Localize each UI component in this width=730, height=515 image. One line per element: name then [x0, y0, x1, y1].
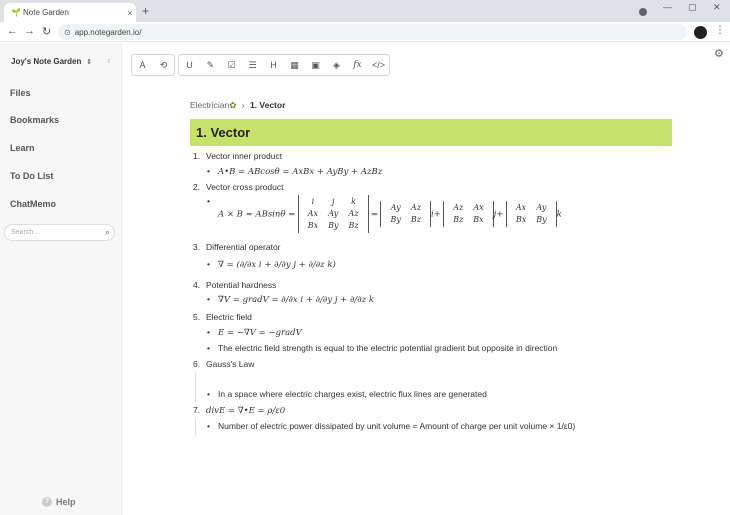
highlight-button[interactable]: ✎: [200, 55, 221, 75]
note-favicon-icon: 🌱: [11, 7, 21, 17]
browser-menu-icon[interactable]: ⋮: [715, 25, 725, 36]
formula-item: • A•B = ABcosθ = AxBx + AyBy + AzBz: [207, 166, 383, 177]
close-window-button[interactable]: ✕: [713, 2, 721, 13]
back-arrow-icon[interactable]: ←: [7, 25, 18, 37]
note-item: • The electric field strength is equal to…: [207, 343, 558, 353]
browser-tab[interactable]: 🌱 Note Garden ×: [4, 3, 136, 22]
table-button[interactable]: ▦: [284, 55, 305, 75]
list-item: 1. Vector inner product: [193, 151, 283, 161]
sidebar: Joy's Note Garden ⇕ ‹ Files Bookmarks Lea…: [0, 43, 122, 515]
list-item: 7. divE = ∇•E = ρ/ε0: [193, 405, 286, 416]
formula-item: •: [207, 196, 210, 206]
search-input[interactable]: Search... ⌕: [4, 224, 115, 241]
toolbar-group-format: U ✎ ☑ ☰ H ▦ ▣ ◈ fx </>: [178, 54, 390, 76]
note-item: • Number of electric power dissipated by …: [207, 421, 576, 431]
formula-item: • ∇ = (∂/∂x i + ∂/∂y j + ∂/∂z k): [207, 259, 336, 270]
url-input[interactable]: ⊙ app.notegarden.io/: [58, 24, 687, 40]
minimize-button[interactable]: —: [663, 2, 672, 12]
help-button[interactable]: ? Help: [42, 497, 76, 507]
list-item: 2. Vector cross product: [193, 182, 284, 192]
recording-icon: [639, 8, 647, 16]
workspace-switcher[interactable]: Joy's Note Garden ⇕: [11, 57, 92, 66]
heading-button[interactable]: H: [263, 55, 284, 75]
note-item: • In a space where electric charges exist…: [207, 389, 487, 399]
reload-icon[interactable]: ↻: [42, 25, 51, 38]
breadcrumb-current: 1. Vector: [249, 100, 286, 110]
formula-button[interactable]: fx: [347, 55, 368, 75]
list-item: 4. Potential hardness: [193, 280, 277, 290]
help-label: Help: [56, 497, 76, 507]
site-info-icon[interactable]: ⊙: [64, 28, 71, 37]
search-icon[interactable]: ⌕: [105, 227, 110, 238]
determinant-matrix: ijk Ax Ay Az Bx By Bz: [297, 195, 369, 233]
sidebar-item-learn[interactable]: Learn: [10, 143, 35, 153]
sidebar-item-files[interactable]: Files: [10, 88, 31, 98]
tab-title: Note Garden: [23, 8, 69, 17]
clear-format-button[interactable]: ⟲: [153, 55, 174, 75]
workspace-name: Joy's Note Garden: [11, 57, 82, 66]
indent-guide: [195, 418, 196, 436]
image-button[interactable]: ▣: [305, 55, 326, 75]
maximize-button[interactable]: ▢: [688, 2, 697, 13]
list-item: 5. Electric field: [193, 312, 252, 322]
forward-arrow-icon[interactable]: →: [24, 25, 35, 37]
url-text: app.notegarden.io/: [74, 27, 142, 37]
list-button[interactable]: ☰: [242, 55, 263, 75]
page-title: 1. Vector: [190, 119, 672, 146]
list-item: 3. Differential operator: [193, 242, 281, 252]
breadcrumb-separator: ›: [241, 100, 245, 110]
breadcrumb: Electrician✿ › 1. Vector: [190, 100, 285, 111]
indent-guide: [195, 372, 196, 402]
cross-product-formula: A × B = ABsinθ = ijk Ax Ay Az Bx By Bz = Ay A…: [218, 195, 562, 233]
list-item: 6. Gauss's Law: [193, 359, 255, 369]
profile-avatar[interactable]: [694, 26, 707, 39]
sort-arrows-icon: ⇕: [86, 59, 93, 66]
breadcrumb-parent[interactable]: Electrician: [190, 100, 229, 110]
toolbar-group-font: A ⟲: [131, 54, 175, 76]
font-button[interactable]: A: [132, 55, 153, 75]
address-bar-row: ← → ↻ ⊙ app.notegarden.io/ ⋮: [0, 22, 730, 42]
tag-button[interactable]: ◈: [326, 55, 347, 75]
sidebar-item-bookmarks[interactable]: Bookmarks: [10, 115, 59, 125]
collapse-sidebar-icon[interactable]: ‹: [107, 55, 111, 67]
formula-item: • E = −∇V = −gradV: [207, 327, 302, 338]
tab-close-icon[interactable]: ×: [124, 8, 136, 18]
sidebar-item-chatmemo[interactable]: ChatMemo: [10, 199, 56, 209]
code-button[interactable]: </>: [368, 55, 389, 75]
editor-toolbar: A ⟲ U ✎ ☑ ☰ H ▦ ▣ ◈ fx </>: [131, 54, 393, 76]
settings-gear-icon[interactable]: ⚙: [714, 47, 724, 60]
leaf-icon: ✿: [229, 100, 237, 110]
underline-button[interactable]: U: [179, 55, 200, 75]
checkbox-button[interactable]: ☑: [221, 55, 242, 75]
help-icon: ?: [42, 497, 52, 507]
search-placeholder: Search...: [11, 229, 40, 236]
sidebar-item-todo[interactable]: To Do List: [10, 171, 53, 181]
new-tab-button[interactable]: +: [142, 4, 149, 18]
tab-strip: 🌱 Note Garden × + — ▢ ✕: [0, 0, 730, 22]
formula-item: • ∇V = gradV = ∂/∂x i + ∂/∂y j + ∂/∂z k: [207, 294, 374, 305]
